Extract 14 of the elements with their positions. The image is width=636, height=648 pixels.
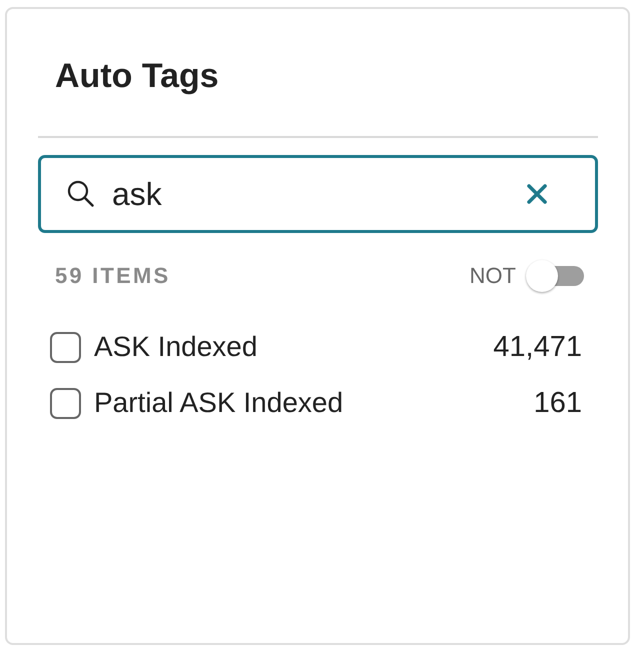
toggle-label: NOT	[470, 263, 516, 289]
checkbox[interactable]	[50, 332, 81, 362]
search-field[interactable]: ask	[38, 155, 598, 233]
close-icon	[526, 183, 548, 205]
clear-button[interactable]	[526, 183, 548, 205]
panel-title: Auto Tags	[55, 56, 219, 96]
toggle-switch[interactable]	[526, 260, 584, 292]
tag-count: 161	[534, 386, 582, 420]
search-icon	[67, 180, 94, 207]
tag-label: Partial ASK Indexed	[94, 387, 344, 419]
tag-count: 41,471	[493, 330, 582, 364]
tag-label: ASK Indexed	[94, 331, 258, 363]
item-count: 59 ITEMS	[55, 263, 170, 289]
checkbox[interactable]	[50, 388, 81, 418]
